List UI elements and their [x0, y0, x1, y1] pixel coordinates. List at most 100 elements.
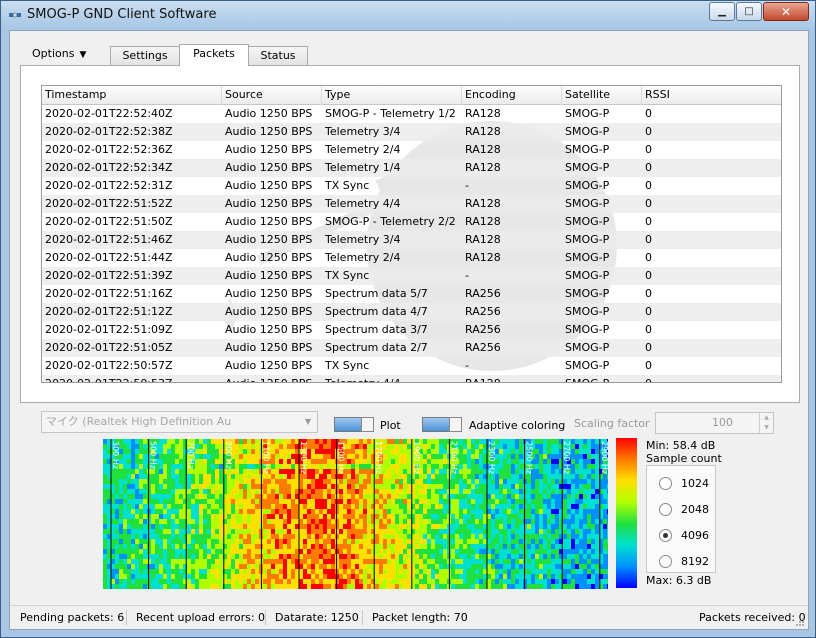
spectrogram-cell: [163, 574, 167, 579]
spectrogram-cell: [107, 514, 111, 519]
spectrogram-cell: [323, 569, 327, 574]
spectrogram-cell: [295, 574, 299, 579]
table-row[interactable]: 2020-02-01T22:51:09Z Audio 1250 BPS Spectr…: [42, 321, 781, 339]
spectrogram-cell: [583, 444, 587, 449]
spectrogram-cell: [143, 439, 147, 444]
title-bar[interactable]: SMOG-P GND Client Software ▁ □ ✕: [1, 1, 815, 29]
adaptive-coloring-toggle[interactable]: [422, 417, 462, 432]
spectrogram-cell: [483, 509, 487, 514]
spectrogram-cell: [103, 484, 107, 489]
spectrogram-cell: [423, 489, 427, 494]
spectrogram-cell: [415, 509, 419, 514]
table-row[interactable]: 2020-02-01T22:51:52Z Audio 1250 BPS Teleme…: [42, 195, 781, 213]
radio-1024[interactable]: [659, 477, 672, 490]
window-title: SMOG-P GND Client Software: [27, 7, 217, 22]
status-errors: Recent upload errors: 0: [136, 611, 266, 624]
table-row[interactable]: 2020-02-01T22:50:57Z Audio 1250 BPS TX Syn…: [42, 357, 781, 375]
column-header-encoding[interactable]: Encoding: [462, 86, 562, 105]
column-header-timestamp[interactable]: Timestamp: [42, 86, 222, 105]
table-row[interactable]: 2020-02-01T22:51:05Z Audio 1250 BPS Spectr…: [42, 339, 781, 357]
spectrogram-cell: [263, 584, 267, 589]
column-header-satellite[interactable]: Satellite: [562, 86, 642, 105]
close-button[interactable]: ✕: [763, 2, 809, 21]
spectrogram-cell: [379, 489, 383, 494]
spectrogram-cell: [351, 519, 355, 524]
spin-buttons[interactable]: ▲ ▼: [759, 413, 773, 433]
spectrogram-cell: [267, 479, 271, 484]
table-row[interactable]: 2020-02-01T22:50:53ZAudio 1250 BPSTeleme…: [42, 375, 781, 382]
column-header-type[interactable]: Type: [322, 86, 462, 105]
radio-4096[interactable]: [659, 529, 672, 542]
minimize-button[interactable]: ▁: [709, 2, 735, 21]
spin-up-icon[interactable]: ▲: [760, 413, 773, 423]
spectrogram-cell: [563, 564, 567, 569]
spectrogram-cell: [571, 544, 575, 549]
spectrogram-cell: [363, 519, 367, 524]
table-row[interactable]: 2020-02-01T22:51:50Z Audio 1250 BPS SMOG-P…: [42, 213, 781, 231]
scaling-factor-input[interactable]: 100 ▲ ▼: [655, 412, 774, 434]
table-row[interactable]: 2020-02-01T22:52:40Z Audio 1250 BPS SMOG-P…: [42, 105, 781, 123]
audio-device-select[interactable]: マイク (Realtek High Definition Au ▼: [41, 411, 318, 433]
table-row[interactable]: 2020-02-01T22:52:38Z Audio 1250 BPS Teleme…: [42, 123, 781, 141]
resize-grip-icon[interactable]: [795, 617, 805, 627]
table-row[interactable]: 2020-02-01T22:52:36Z Audio 1250 BPS Teleme…: [42, 141, 781, 159]
table-row[interactable]: 2020-02-01T22:52:31Z Audio 1250 BPS TX Syn…: [42, 177, 781, 195]
radio-8192[interactable]: [659, 555, 672, 568]
spectrogram-cell: [395, 489, 399, 494]
spectrogram-cell: [451, 534, 455, 539]
spectrogram-cell: [123, 509, 127, 514]
spectrogram-cell: [451, 579, 455, 584]
plot-toggle[interactable]: [334, 417, 374, 432]
table-row[interactable]: 2020-02-01T22:51:12Z Audio 1250 BPS Spectr…: [42, 303, 781, 321]
spectrogram-cell: [239, 469, 243, 474]
table-row[interactable]: 2020-02-01T22:52:34Z Audio 1250 BPS Teleme…: [42, 159, 781, 177]
spectrogram-cell: [115, 544, 119, 549]
tab-settings[interactable]: Settings: [110, 46, 180, 65]
spectrogram-cell: [107, 469, 111, 474]
spectrogram-cell: [219, 529, 223, 534]
spectrogram-cell: [167, 544, 171, 549]
spin-down-icon[interactable]: ▼: [760, 423, 773, 433]
tab-status[interactable]: Status: [248, 46, 308, 65]
spectrogram-cell: [303, 524, 307, 529]
spectrogram-cell: [271, 479, 275, 484]
tab-packets[interactable]: Packets: [179, 44, 249, 66]
spectrogram-cell: [479, 519, 483, 524]
table-row[interactable]: 2020-02-01T22:51:46Z Audio 1250 BPS Teleme…: [42, 231, 781, 249]
spectrogram-cell: [467, 519, 471, 524]
spectrogram-cell: [499, 449, 503, 454]
packets-table[interactable]: Timestamp Source Type Encoding Satellite…: [41, 85, 782, 383]
spectrogram-cell: [187, 499, 191, 504]
spectrogram-cell: [303, 539, 307, 544]
spectrogram-cell: [131, 574, 135, 579]
spectrogram-cell: [119, 524, 123, 529]
table-row[interactable]: 2020-02-01T22:51:39Z Audio 1250 BPS TX Syn…: [42, 267, 781, 285]
radio-2048-label[interactable]: 2048: [681, 503, 709, 516]
spectrogram-cell: [395, 484, 399, 489]
spectrogram-cell: [491, 554, 495, 559]
spectrogram-cell: [463, 544, 467, 549]
radio-2048[interactable]: [659, 503, 672, 516]
spectrogram-cell: [467, 489, 471, 494]
maximize-button[interactable]: □: [736, 2, 762, 21]
spectrogram-cell: [275, 469, 279, 474]
spectrogram-cell: [219, 449, 223, 454]
radio-4096-label[interactable]: 4096: [681, 529, 709, 542]
spectrogram-cell: [607, 474, 608, 479]
spectrogram-cell: [511, 509, 515, 514]
radio-1024-label[interactable]: 1024: [681, 477, 709, 490]
table-row[interactable]: 2020-02-01T22:51:16Z Audio 1250 BPS Spectr…: [42, 285, 781, 303]
options-menu[interactable]: Options ▼: [32, 47, 86, 60]
column-header-source[interactable]: Source: [222, 86, 322, 105]
spectrogram-cell: [531, 584, 535, 589]
column-header-rssi[interactable]: RSSI: [642, 86, 781, 105]
spectrogram-cell: [571, 509, 575, 514]
spectrogram-cell: [479, 469, 483, 474]
spectrogram-cell: [219, 564, 223, 569]
table-row[interactable]: 2020-02-01T22:51:44Z Audio 1250 BPS Teleme…: [42, 249, 781, 267]
radio-8192-label[interactable]: 8192: [681, 555, 709, 568]
cell-rssi: 0: [645, 215, 652, 228]
spectrogram-cell: [203, 489, 207, 494]
spectrogram-cell: [363, 579, 367, 584]
spectrogram-cell: [551, 444, 555, 449]
